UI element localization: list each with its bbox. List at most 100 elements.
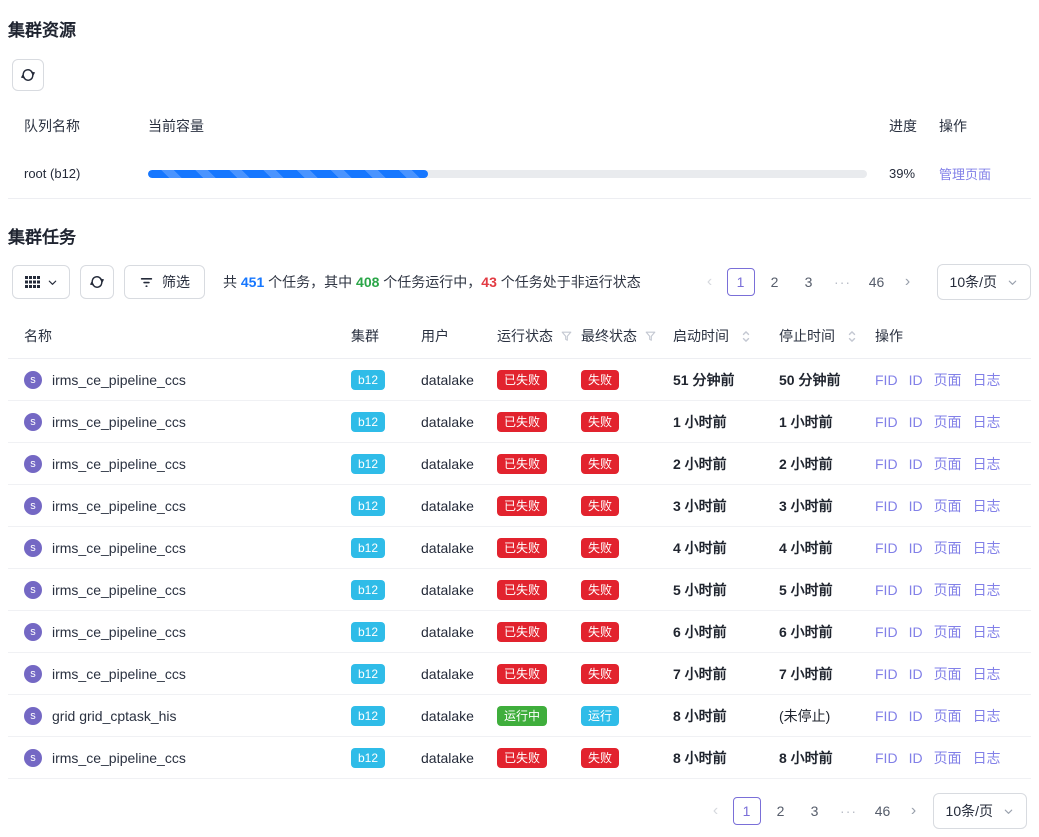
task-actions: FID ID 页面日志 (875, 538, 1023, 558)
resources-table-row: root (b12) 39% 管理页面 (8, 149, 1031, 199)
task-action-link-页面[interactable]: 页面 (934, 580, 962, 600)
pagination-page-1[interactable]: 1 (733, 797, 761, 825)
task-action-link-fid[interactable]: FID (875, 708, 898, 724)
task-action-link-页面[interactable]: 页面 (934, 370, 962, 390)
pagination-prev-button[interactable]: ‹ (699, 268, 721, 296)
task-action-link-页面[interactable]: 页面 (934, 496, 962, 516)
task-name[interactable]: grid grid_cptask_his (52, 708, 177, 724)
pagination-page-1[interactable]: 1 (727, 268, 755, 296)
manage-page-link[interactable]: 管理页面 (939, 167, 991, 182)
task-name[interactable]: irms_ce_pipeline_ccs (52, 624, 186, 640)
task-name[interactable]: irms_ce_pipeline_ccs (52, 666, 186, 682)
task-action-link-fid[interactable]: FID (875, 666, 898, 682)
task-start-time: 8 小时前 (673, 706, 779, 726)
column-label: 用户 (421, 326, 449, 346)
task-final-status-cell: 失败 (581, 748, 673, 768)
task-action-link-id[interactable]: ID (909, 582, 923, 598)
task-action-link-日志[interactable]: 日志 (973, 538, 1001, 558)
column-settings-button[interactable] (12, 265, 70, 299)
tasks-refresh-button[interactable] (80, 265, 114, 299)
task-action-link-页面[interactable]: 页面 (934, 748, 962, 768)
task-action-link-日志[interactable]: 日志 (973, 748, 1001, 768)
column-header-user: 用户 (421, 326, 497, 346)
task-user: datalake (421, 372, 497, 388)
column-label: 运行状态 (497, 326, 553, 346)
pagination-next-button[interactable]: › (897, 268, 919, 296)
task-action-link-日志[interactable]: 日志 (973, 496, 1001, 516)
task-action-link-id[interactable]: ID (909, 372, 923, 388)
task-table-header: 名称 集群 用户 运行状态 最终状态 启动时间 (8, 314, 1031, 359)
task-action-link-页面[interactable]: 页面 (934, 664, 962, 684)
task-name[interactable]: irms_ce_pipeline_ccs (52, 540, 186, 556)
task-name[interactable]: irms_ce_pipeline_ccs (52, 498, 186, 514)
pagination-page-3[interactable]: 3 (795, 268, 823, 296)
task-action-link-页面[interactable]: 页面 (934, 538, 962, 558)
task-action-link-页面[interactable]: 页面 (934, 412, 962, 432)
task-start-time: 51 分钟前 (673, 370, 779, 390)
bottom-pagination-bar: ‹123···46› 10条/页 (8, 793, 1031, 829)
task-action-link-页面[interactable]: 页面 (934, 454, 962, 474)
task-actions: FID ID 页面日志 (875, 664, 1023, 684)
task-action-link-日志[interactable]: 日志 (973, 412, 1001, 432)
task-stop-time: (未停止) (779, 706, 875, 726)
pagination-page-3[interactable]: 3 (801, 797, 829, 825)
task-action-link-fid[interactable]: FID (875, 540, 898, 556)
page-size-select[interactable]: 10条/页 (933, 793, 1027, 829)
task-final-status-cell: 失败 (581, 370, 673, 390)
task-action-link-fid[interactable]: FID (875, 750, 898, 766)
task-user: datalake (421, 582, 497, 598)
task-action-link-fid[interactable]: FID (875, 372, 898, 388)
task-name-cell: s irms_ce_pipeline_ccs (24, 665, 351, 683)
refresh-icon (20, 67, 36, 83)
pagination-page-2[interactable]: 2 (767, 797, 795, 825)
page-size-select[interactable]: 10条/页 (937, 264, 1031, 300)
task-action-link-id[interactable]: ID (909, 456, 923, 472)
task-action-link-id[interactable]: ID (909, 414, 923, 430)
task-action-link-id[interactable]: ID (909, 498, 923, 514)
pagination-page-46[interactable]: 46 (863, 268, 891, 296)
task-action-link-日志[interactable]: 日志 (973, 622, 1001, 642)
summary-text: 个任务运行中， (379, 274, 481, 290)
task-action-link-id[interactable]: ID (909, 750, 923, 766)
task-name[interactable]: irms_ce_pipeline_ccs (52, 582, 186, 598)
final-status-badge: 失败 (581, 622, 619, 642)
filter-funnel-icon[interactable] (560, 330, 573, 343)
task-name[interactable]: irms_ce_pipeline_ccs (52, 414, 186, 430)
task-action-link-id[interactable]: ID (909, 624, 923, 640)
pagination-page-2[interactable]: 2 (761, 268, 789, 296)
task-action-link-日志[interactable]: 日志 (973, 580, 1001, 600)
spark-avatar: s (24, 413, 42, 431)
total-task-count: 451 (241, 274, 264, 290)
task-action-link-fid[interactable]: FID (875, 456, 898, 472)
task-action-link-日志[interactable]: 日志 (973, 706, 1001, 726)
task-actions: FID ID 页面日志 (875, 580, 1023, 600)
task-name[interactable]: irms_ce_pipeline_ccs (52, 750, 186, 766)
pagination-prev-button[interactable]: ‹ (705, 797, 727, 825)
task-action-link-日志[interactable]: 日志 (973, 664, 1001, 684)
task-action-link-日志[interactable]: 日志 (973, 370, 1001, 390)
sort-icon[interactable] (847, 330, 857, 343)
resources-refresh-button[interactable] (12, 59, 44, 91)
run-status-badge: 已失败 (497, 748, 547, 768)
task-name[interactable]: irms_ce_pipeline_ccs (52, 372, 186, 388)
task-action-link-fid[interactable]: FID (875, 582, 898, 598)
task-name[interactable]: irms_ce_pipeline_ccs (52, 456, 186, 472)
filter-button[interactable]: 筛选 (124, 265, 205, 299)
task-action-link-fid[interactable]: FID (875, 624, 898, 640)
sort-icon[interactable] (741, 330, 751, 343)
task-action-link-id[interactable]: ID (909, 666, 923, 682)
task-action-link-fid[interactable]: FID (875, 414, 898, 430)
task-action-link-页面[interactable]: 页面 (934, 706, 962, 726)
task-stop-time: 4 小时前 (779, 538, 875, 558)
task-final-status-cell: 运行 (581, 706, 673, 726)
task-action-link-id[interactable]: ID (909, 540, 923, 556)
pagination-next-button[interactable]: › (903, 797, 925, 825)
pagination-ellipsis: ··· (829, 268, 857, 296)
task-cluster-cell: b12 (351, 370, 421, 390)
task-action-link-日志[interactable]: 日志 (973, 454, 1001, 474)
task-action-link-页面[interactable]: 页面 (934, 622, 962, 642)
task-action-link-fid[interactable]: FID (875, 498, 898, 514)
pagination-page-46[interactable]: 46 (869, 797, 897, 825)
filter-funnel-icon[interactable] (644, 330, 657, 343)
task-action-link-id[interactable]: ID (909, 708, 923, 724)
